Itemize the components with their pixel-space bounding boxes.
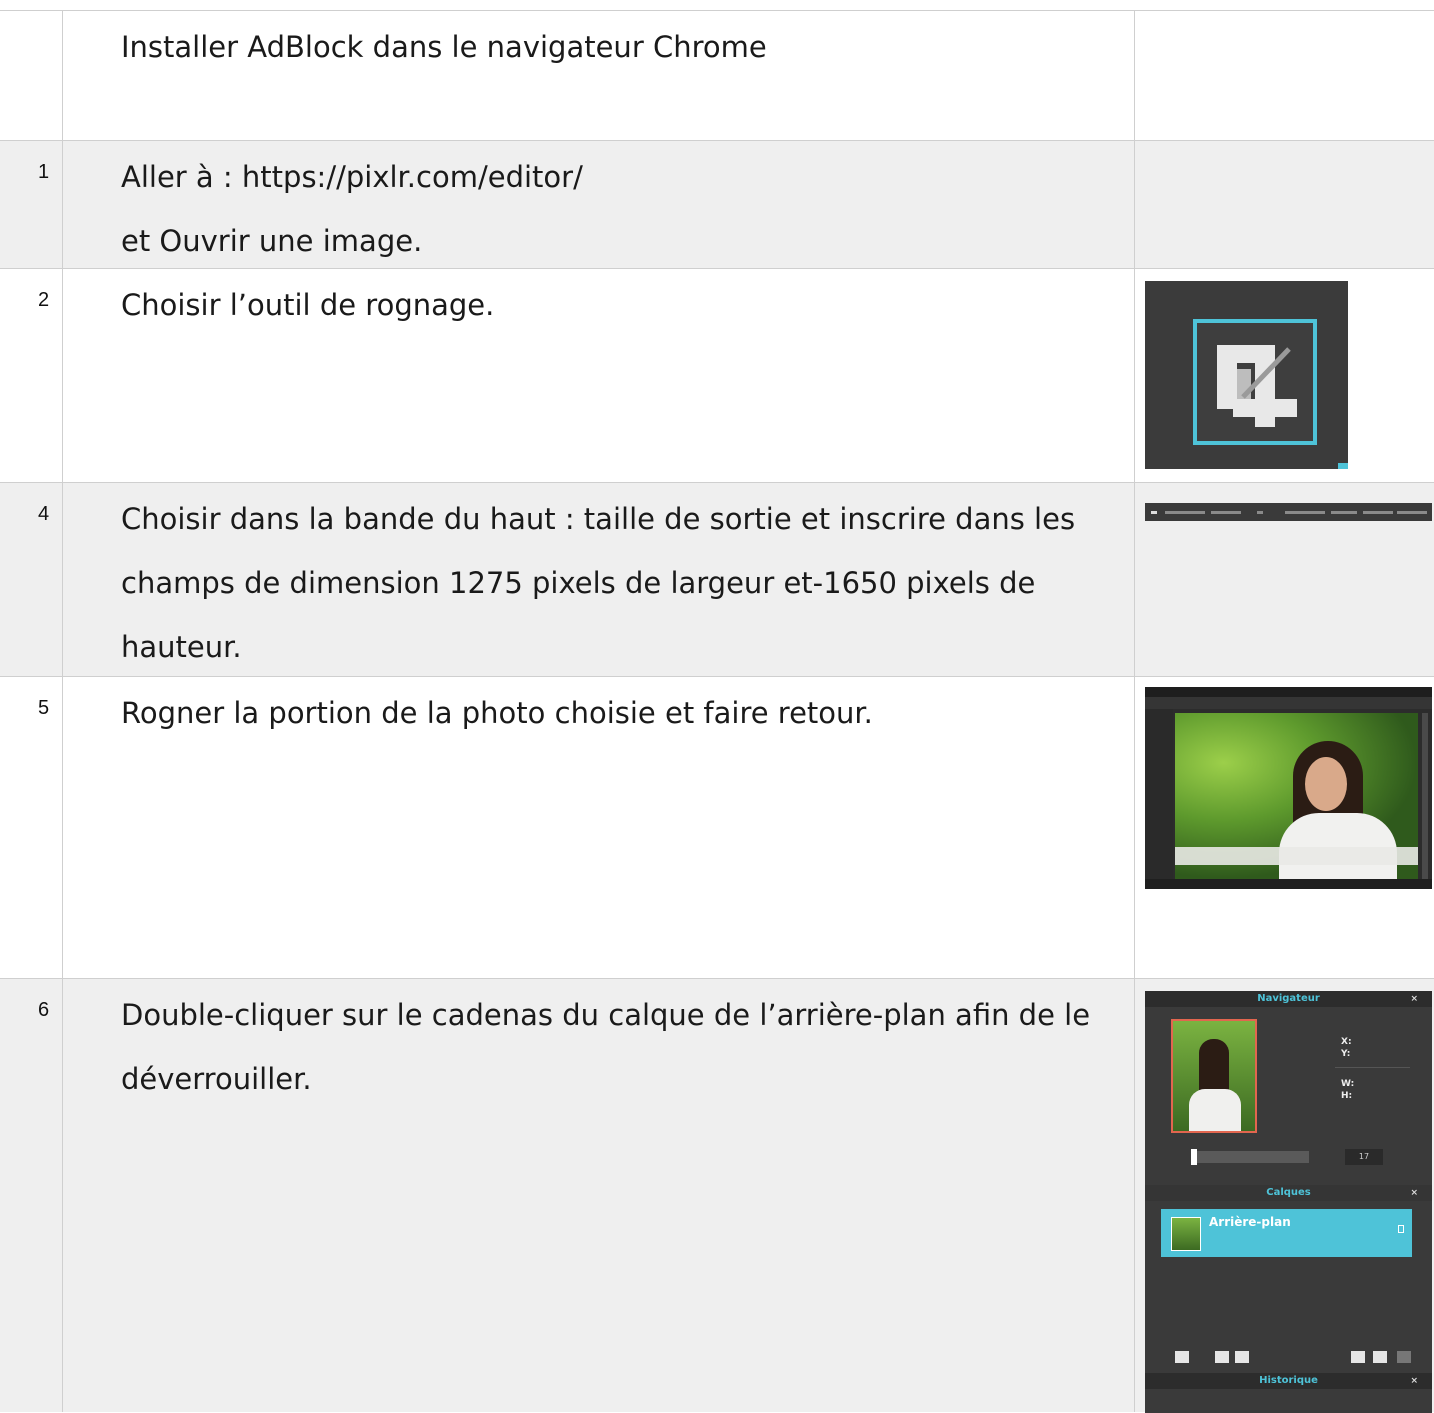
lock-icon: [1398, 1225, 1404, 1233]
step-number: 5: [38, 697, 50, 719]
step-text: Rogner la portion de la photo choisie et…: [121, 696, 873, 730]
step-text: Installer AdBlock dans le navigateur Chr…: [121, 30, 767, 64]
layers-title: Calques: [1266, 1187, 1311, 1198]
layer-actions: [1145, 1349, 1432, 1367]
navigator-title: Navigateur: [1257, 993, 1320, 1004]
zoom-field: 17: [1345, 1149, 1383, 1165]
table-row: 4 Choisir dans la bande du haut : taille…: [0, 482, 1434, 676]
background-layer: Arrière-plan: [1161, 1209, 1412, 1257]
step-text: Choisir l’outil de rognage.: [121, 288, 495, 322]
table-row: 1 Aller à : https://pixlr.com/editor/ et…: [0, 140, 1434, 268]
close-icon: ×: [1410, 994, 1418, 1004]
editor-screenshot: [1145, 687, 1432, 889]
layers-panel-screenshot: Navigateur × X: Y: W: H: 17 Calques × Ar…: [1145, 991, 1432, 1413]
step-text: Choisir dans la bande du haut : taille d…: [121, 502, 1076, 664]
zoom-slider: [1191, 1149, 1309, 1165]
table-row: 5 Rogner la portion de la photo choisie …: [0, 676, 1434, 978]
crop-tool-screenshot: [1145, 281, 1348, 469]
step-number: 6: [38, 999, 50, 1021]
layer-name: Arrière-plan: [1209, 1215, 1291, 1229]
crop-icon: [1193, 319, 1317, 445]
table-row: 2 Choisir l’outil de rognage.: [0, 268, 1434, 482]
step-number: 1: [38, 161, 50, 183]
table-row: 6 Double-cliquer sur le cadenas du calqu…: [0, 978, 1434, 1413]
step-text: Double-cliquer sur le cadenas du calque …: [121, 998, 1091, 1096]
toolbar-screenshot: [1145, 503, 1432, 521]
step-number: 4: [38, 503, 50, 525]
step-number: 2: [38, 289, 50, 311]
step-text: Aller à : https://pixlr.com/editor/ et O…: [121, 160, 583, 258]
navigator-thumbnail: [1171, 1019, 1257, 1133]
table-row: Installer AdBlock dans le navigateur Chr…: [0, 10, 1434, 140]
history-title: Historique: [1259, 1375, 1318, 1386]
